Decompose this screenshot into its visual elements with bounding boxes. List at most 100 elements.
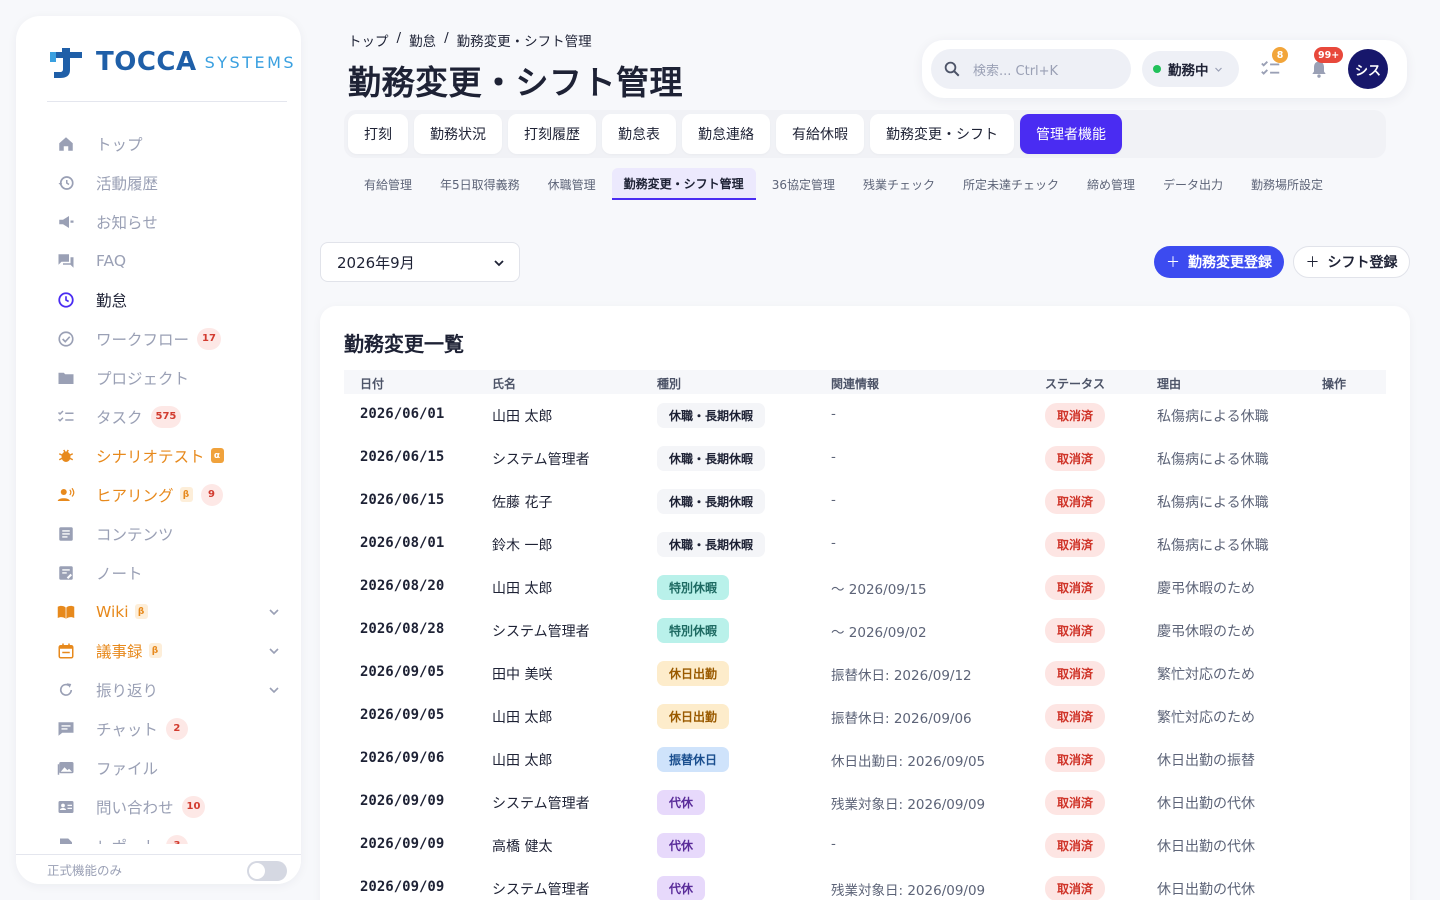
subtab-paid-leave-admin[interactable]: 有給管理 <box>352 168 424 200</box>
tab-attendance-sheet[interactable]: 勤怠表 <box>602 114 676 154</box>
subtab-leave-of-absence[interactable]: 休職管理 <box>536 168 608 200</box>
sidebar-item-top[interactable]: トップ <box>56 124 286 163</box>
table-row[interactable]: 2026/09/09 システム管理者 代休 残業対象日: 2026/09/09 取消済 休… <box>344 781 1386 824</box>
sidebar-item-retrospective[interactable]: 振り返り <box>56 670 286 709</box>
table-row[interactable]: 2026/08/28 システム管理者 特別休暇 〜 2026/09/02 取消済 慶弔休暇… <box>344 609 1386 652</box>
add-shift-button[interactable]: ＋ シフト登録 <box>1293 246 1410 278</box>
avatar[interactable]: シス <box>1348 49 1388 89</box>
sidebar-item-contents[interactable]: コンテンツ <box>56 514 286 553</box>
table-row[interactable]: 2026/06/15 システム管理者 休職・長期休暇 - 取消済 私傷病による休職 <box>344 437 1386 480</box>
status-badge: 取消済 <box>1045 532 1106 557</box>
sub-tabs: 有給管理 年5日取得義務 休職管理 勤務変更・シフト管理 36協定管理 残業チェ… <box>352 168 1339 202</box>
sidebar-item-attendance[interactable]: 勤怠 <box>56 280 286 319</box>
table-row[interactable]: 2026/09/05 山田 太郎 休日出勤 振替休日: 2026/09/06 取消済 繁忙… <box>344 695 1386 738</box>
forum-icon <box>56 251 76 271</box>
table-row[interactable]: 2026/06/01 山田 太郎 休職・長期休暇 - 取消済 私傷病による休職 <box>344 394 1386 437</box>
tab-admin[interactable]: 管理者機能 <box>1020 114 1122 154</box>
reason-cell: 休日出勤の代休 <box>1157 882 1255 898</box>
work-status-dropdown[interactable]: 勤務中 <box>1142 51 1239 87</box>
divider <box>47 101 287 102</box>
calendar-icon <box>56 641 76 661</box>
tab-work-status[interactable]: 勤務状況 <box>414 114 502 154</box>
tab-work-change-shift[interactable]: 勤務変更・シフト <box>870 114 1014 154</box>
type-badge: 休日出勤 <box>657 704 730 729</box>
sidebar-item-label: 議事録 <box>96 642 143 661</box>
add-work-change-button[interactable]: ＋ 勤務変更登録 <box>1154 246 1284 278</box>
table-row[interactable]: 2026/08/01 鈴木 一郎 休職・長期休暇 - 取消済 私傷病による休職 <box>344 523 1386 566</box>
column-header-status[interactable]: ステータス <box>1045 375 1105 392</box>
table-row[interactable]: 2026/06/15 佐藤 花子 休職・長期休暇 - 取消済 私傷病による休職 <box>344 480 1386 523</box>
tab-punch-history[interactable]: 打刻履歴 <box>508 114 596 154</box>
subtab-overtime-check[interactable]: 残業チェック <box>851 168 947 200</box>
sidebar-item-chat[interactable]: チャット 2 <box>56 709 286 748</box>
count-badge: 3 <box>166 834 189 844</box>
reason-cell: 休日出勤の代休 <box>1157 839 1255 855</box>
reason-cell: 慶弔休暇のため <box>1157 581 1255 597</box>
date-cell: 2026/08/20 <box>360 578 445 594</box>
breadcrumb-separator: / <box>444 30 449 46</box>
status-badge: 取消済 <box>1045 575 1106 600</box>
name-cell: 山田 太郎 <box>492 753 553 769</box>
count-badge: 575 <box>150 405 182 428</box>
chevron-down-icon[interactable] <box>268 645 280 657</box>
subtab-closing[interactable]: 締め管理 <box>1075 168 1147 200</box>
subtab-work-location[interactable]: 勤務場所設定 <box>1239 168 1335 200</box>
chevron-down-icon[interactable] <box>268 684 280 696</box>
tab-paid-leave[interactable]: 有給休暇 <box>776 114 864 154</box>
status-badge: 取消済 <box>1045 876 1106 900</box>
name-cell: システム管理者 <box>492 882 590 898</box>
sidebar-item-history[interactable]: 活動履歴 <box>56 163 286 202</box>
column-header-name[interactable]: 氏名 <box>492 375 516 392</box>
chevron-down-icon[interactable] <box>268 606 280 618</box>
tab-attendance-contact[interactable]: 勤怠連絡 <box>682 114 770 154</box>
breadcrumb-item[interactable]: トップ <box>348 30 389 50</box>
logo[interactable]: TOCCA SYSTEMS <box>48 42 296 82</box>
reason-cell: 私傷病による休職 <box>1157 409 1269 425</box>
search-placeholder: 検索... Ctrl+K <box>973 63 1059 79</box>
breadcrumb-separator: / <box>396 30 402 46</box>
date-cell: 2026/09/09 <box>360 793 445 809</box>
subtab-work-change-shift-admin[interactable]: 勤務変更・シフト管理 <box>611 168 756 200</box>
official-only-toggle[interactable] <box>247 861 287 881</box>
tab-punch[interactable]: 打刻 <box>348 114 408 154</box>
name-cell: 山田 太郎 <box>492 581 553 597</box>
status-badge: 取消済 <box>1045 704 1106 729</box>
clock-icon <box>56 290 76 310</box>
todo-count-badge: 8 <box>1272 47 1288 63</box>
table-row[interactable]: 2026/08/20 山田 太郎 特別休暇 〜 2026/09/15 取消済 慶弔休暇のた… <box>344 566 1386 609</box>
table-row[interactable]: 2026/09/05 田中 美咲 休日出勤 振替休日: 2026/09/12 取消済 繁忙… <box>344 652 1386 695</box>
sidebar-item-project[interactable]: プロジェクト <box>56 358 286 397</box>
related-info-cell: 振替休日: 2026/09/12 <box>831 668 972 684</box>
subtab-five-day-obligation[interactable]: 年5日取得義務 <box>428 168 532 200</box>
table-row[interactable]: 2026/09/09 システム管理者 代休 残業対象日: 2026/09/09 取消済 休… <box>344 867 1386 900</box>
sidebar-item-scenario-test[interactable]: シナリオテスト α <box>56 436 286 475</box>
sidebar-item-note[interactable]: ノート <box>56 553 286 592</box>
sidebar-item-workflow[interactable]: ワークフロー 17 <box>56 319 286 358</box>
search-input[interactable]: 検索... Ctrl+K <box>931 49 1131 89</box>
sidebar-item-minutes[interactable]: 議事録 β <box>56 631 286 670</box>
sidebar-item-hearing[interactable]: ヒアリング β 9 <box>56 475 286 514</box>
table-row[interactable]: 2026/09/09 高橋 健太 代休 - 取消済 休日出勤の代休 <box>344 824 1386 867</box>
date-cell: 2026/06/15 <box>360 492 445 508</box>
sidebar-item-task[interactable]: タスク 575 <box>56 397 286 436</box>
table-header: 日付 氏名 種別 関連情報 ステータス 理由 操作 <box>344 370 1386 394</box>
name-cell: 高橋 健太 <box>492 839 553 855</box>
breadcrumb-item[interactable]: 勤怠 <box>409 30 436 50</box>
subtab-36-agreement[interactable]: 36協定管理 <box>760 168 847 200</box>
subtab-data-export[interactable]: データ出力 <box>1151 168 1235 200</box>
sidebar-item-file[interactable]: ファイル <box>56 748 286 787</box>
status-badge: 取消済 <box>1045 747 1106 772</box>
image-icon <box>56 758 76 778</box>
column-header-date[interactable]: 日付 <box>360 375 384 392</box>
sidebar-item-wiki[interactable]: Wiki β <box>56 592 286 631</box>
column-header-type[interactable]: 種別 <box>657 375 681 392</box>
chevron-down-icon <box>1214 67 1222 72</box>
sidebar-item-report[interactable]: レポート 3 <box>56 826 286 844</box>
type-badge: 休職・長期休暇 <box>657 489 766 514</box>
sidebar-item-faq[interactable]: FAQ <box>56 241 286 280</box>
sidebar-item-contact[interactable]: 問い合わせ 10 <box>56 787 286 826</box>
sidebar-item-news[interactable]: お知らせ <box>56 202 286 241</box>
table-row[interactable]: 2026/09/06 山田 太郎 振替休日 休日出勤日: 2026/09/05 取消済 休… <box>344 738 1386 781</box>
subtab-shortfall-check[interactable]: 所定未達チェック <box>951 168 1071 200</box>
month-select[interactable]: 2026年9月 <box>320 242 520 282</box>
